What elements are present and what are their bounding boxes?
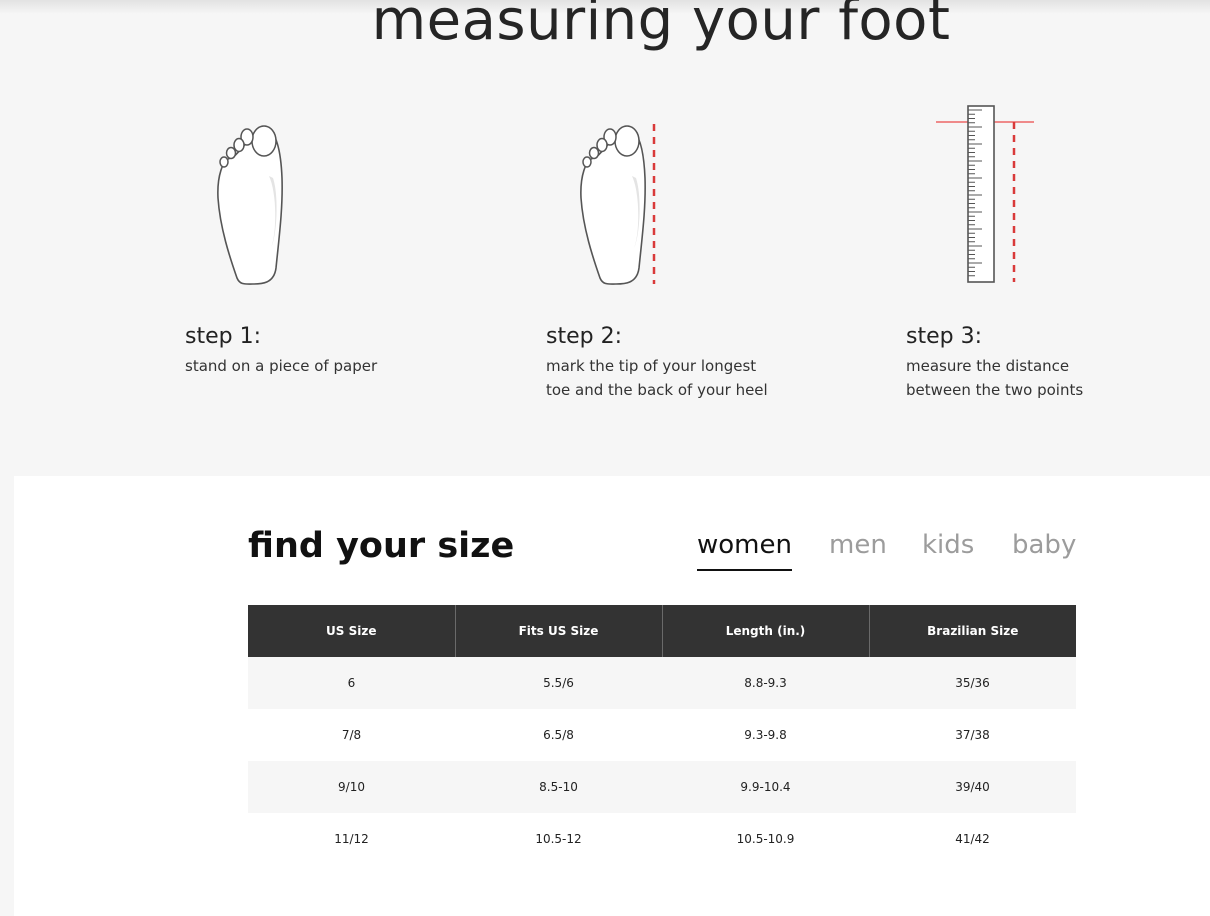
step-1: step 1: stand on a piece of paper [185, 322, 515, 378]
step-description: measure the distance between the two poi… [906, 354, 1210, 402]
step-description-line: stand on a piece of paper [185, 357, 378, 375]
table-cell: 8.5-10 [455, 761, 662, 813]
table-header-row: US Size Fits US Size Length (in.) Brazil… [248, 605, 1076, 657]
table-row: 9/10 8.5-10 9.9-10.4 39/40 [248, 761, 1076, 813]
table-row: 11/12 10.5-12 10.5-10.9 41/42 [248, 813, 1076, 865]
step-2: step 2: mark the tip of your longest toe… [546, 322, 876, 402]
column-header-brazilian-size: Brazilian Size [869, 605, 1076, 657]
table-cell: 10.5-12 [455, 813, 662, 865]
foot-with-mark-icon [580, 124, 656, 285]
tab-baby[interactable]: baby [1012, 530, 1076, 560]
column-header-length: Length (in.) [662, 605, 870, 657]
table-row: 6 5.5/6 8.8-9.3 35/36 [248, 657, 1076, 709]
step-description-line: mark the tip of your longest [546, 357, 757, 375]
step-description: stand on a piece of paper [185, 354, 515, 378]
step-description-line: between the two points [906, 381, 1084, 399]
step-3: step 3: measure the distance between the… [906, 322, 1210, 402]
table-cell: 6 [248, 657, 455, 709]
table-cell: 41/42 [869, 813, 1076, 865]
table-cell: 9/10 [248, 761, 455, 813]
step-title: step 2: [546, 324, 622, 349]
table-cell: 9.9-10.4 [662, 761, 869, 813]
column-header-fits-us-size: Fits US Size [455, 605, 663, 657]
ruler-measure-icon [936, 105, 1034, 283]
table-row: 7/8 6.5/8 9.3-9.8 37/38 [248, 709, 1076, 761]
table-cell: 37/38 [869, 709, 1076, 761]
table-cell: 35/36 [869, 657, 1076, 709]
table-cell: 5.5/6 [455, 657, 662, 709]
step-title: step 3: [906, 324, 982, 349]
table-cell: 9.3-9.8 [662, 709, 869, 761]
active-tab-underline [697, 569, 792, 571]
page-title: measuring your foot [371, 0, 951, 53]
step-description-line: measure the distance [906, 357, 1070, 375]
size-guide-title: find your size [248, 526, 515, 566]
table-cell: 39/40 [869, 761, 1076, 813]
table-cell: 10.5-10.9 [662, 813, 869, 865]
table-cell: 7/8 [248, 709, 455, 761]
table-cell: 8.8-9.3 [662, 657, 869, 709]
tab-women[interactable]: women [697, 530, 792, 560]
step-description-line: toe and the back of your heel [546, 381, 768, 399]
tab-men[interactable]: men [829, 530, 887, 560]
column-header-us-size: US Size [248, 605, 456, 657]
step-title: step 1: [185, 324, 261, 349]
table-cell: 11/12 [248, 813, 455, 865]
step-description: mark the tip of your longest toe and the… [546, 354, 876, 402]
table-cell: 6.5/8 [455, 709, 662, 761]
tab-kids[interactable]: kids [922, 530, 974, 560]
foot-outline-icon [217, 125, 283, 285]
size-table: US Size Fits US Size Length (in.) Brazil… [248, 605, 1076, 865]
